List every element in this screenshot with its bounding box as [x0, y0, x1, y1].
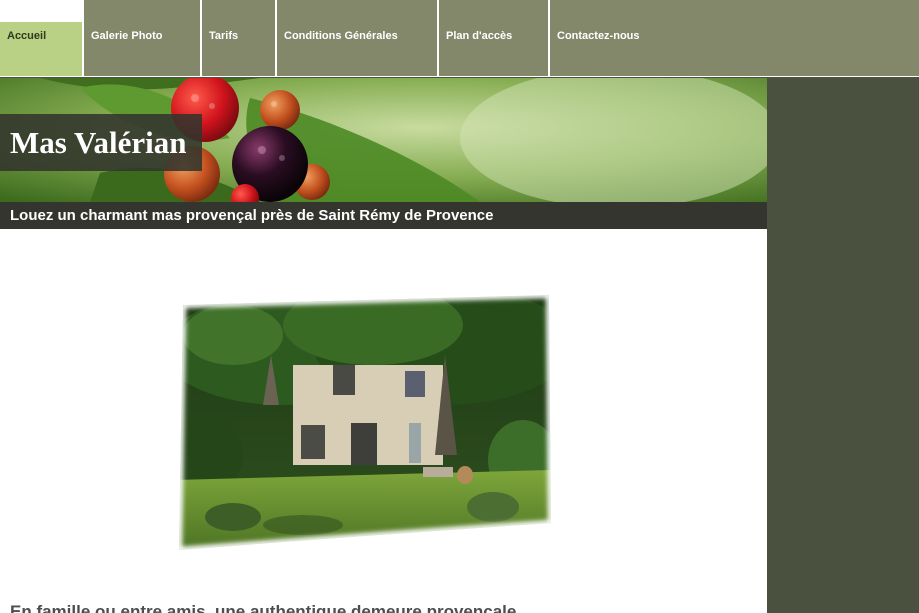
- nav-tab-accueil[interactable]: Accueil: [0, 0, 84, 76]
- main-navigation: Accueil Galerie Photo Tarifs Conditions …: [0, 0, 919, 77]
- header-banner: Mas Valérian: [0, 78, 767, 202]
- nav-tab-galerie-photo[interactable]: Galerie Photo: [84, 0, 202, 76]
- nav-tab-label: Tarifs: [209, 30, 239, 42]
- intro-heading: En famille ou entre amis, une authentiqu…: [10, 602, 517, 613]
- nav-tab-label: Contactez-nous: [557, 30, 640, 42]
- nav-tab-label: Plan d'accès: [446, 30, 513, 42]
- site-tagline: Louez un charmant mas provençal près de …: [0, 202, 767, 229]
- nav-tab-conditions-generales[interactable]: Conditions Générales: [277, 0, 439, 76]
- nav-tab-label: Galerie Photo: [91, 30, 163, 42]
- nav-tab-contactez-nous[interactable]: Contactez-nous: [550, 0, 919, 76]
- nav-tab-plan-acces[interactable]: Plan d'accès: [439, 0, 550, 76]
- nav-tab-tarifs[interactable]: Tarifs: [202, 0, 277, 76]
- site-title: Mas Valérian: [0, 114, 202, 171]
- nav-tab-label: Accueil: [7, 30, 47, 42]
- house-garden-photo: [175, 295, 553, 550]
- nav-tab-label: Conditions Générales: [284, 30, 398, 42]
- main-content: En famille ou entre amis, une authentiqu…: [0, 229, 767, 613]
